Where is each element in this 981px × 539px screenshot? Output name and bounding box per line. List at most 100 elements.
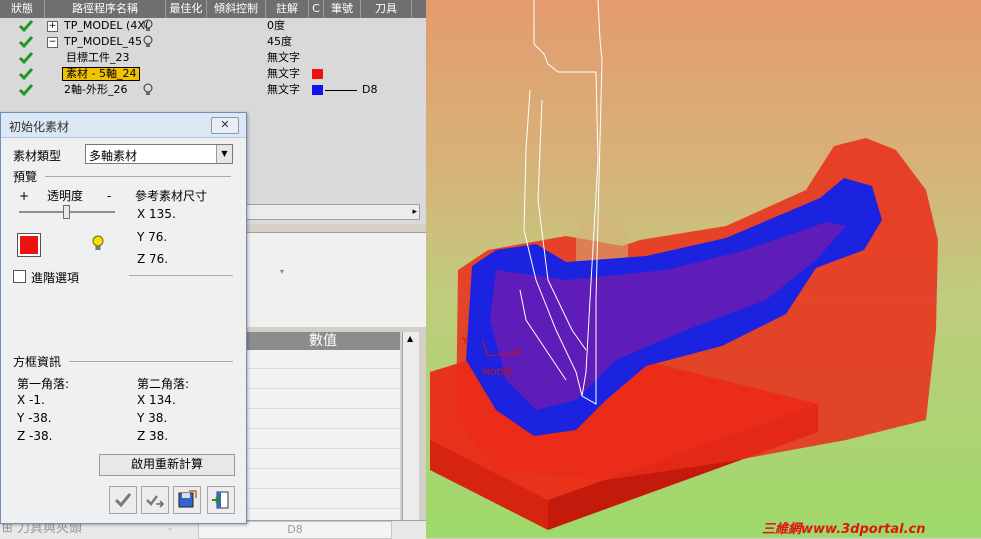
init-stock-dialog: 初始化素材 ✕ 素材類型 多軸素材 ▼ 預覽 + 透明度 - 參考素材尺寸 X …	[0, 112, 247, 524]
ref-size-y: Y 76.	[137, 230, 168, 244]
comment-value: 無文字	[267, 51, 300, 64]
axis-model-label: MODEL	[482, 368, 515, 378]
save-icon	[178, 490, 197, 508]
lightbulb-icon[interactable]	[143, 35, 153, 49]
tree-column-header: 狀態 路徑程序名稱 最佳化 傾斜控制 註解 C 筆號 刀具	[0, 0, 426, 18]
advanced-options-label: 進階選項	[31, 271, 80, 285]
grid-line	[246, 488, 400, 489]
recalculate-button[interactable]: 啟用重新計算	[99, 454, 235, 476]
axis-y-label: Y	[462, 336, 469, 347]
advanced-options-checkbox[interactable]	[13, 270, 26, 283]
ok-button[interactable]	[109, 486, 137, 514]
header-comment[interactable]: 註解	[266, 0, 309, 18]
tree-row[interactable]: − TP_MODEL_45 45度	[0, 34, 424, 50]
exit-icon	[212, 491, 229, 509]
separator	[45, 176, 231, 177]
tree-item-label: TP_MODEL_45	[64, 35, 143, 48]
tree-row-selected[interactable]: 素材 - 5軸_24 無文字	[0, 66, 424, 82]
header-status[interactable]: 狀態	[0, 0, 45, 18]
header-tool[interactable]: 刀具	[361, 0, 412, 18]
corner1-x: X -1.	[17, 393, 45, 407]
corner2-z: Z 38.	[137, 429, 169, 443]
vertical-scrollbar[interactable]: ▲	[402, 332, 419, 538]
grid-line	[246, 388, 400, 389]
expand-icon[interactable]: +	[47, 21, 58, 32]
exit-button[interactable]	[207, 486, 235, 514]
stock-type-select[interactable]: 多軸素材 ▼	[85, 144, 233, 164]
save-button[interactable]	[173, 486, 201, 514]
check-icon	[18, 84, 34, 97]
lightbulb-icon[interactable]	[143, 83, 153, 97]
dropdown-arrow-icon[interactable]: ▾	[280, 267, 284, 276]
check-icon	[18, 52, 34, 65]
separator	[129, 275, 233, 276]
tool-value: D8	[362, 83, 378, 96]
lightbulb-icon[interactable]	[91, 235, 105, 253]
header-name[interactable]: 路徑程序名稱	[45, 0, 166, 18]
grid-line	[246, 448, 400, 449]
horizontal-scrollbar[interactable]: ▸	[240, 204, 420, 220]
ref-size-z: Z 76.	[137, 252, 169, 266]
scroll-right-icon[interactable]: ▸	[412, 205, 417, 219]
3d-viewport[interactable]: Y X MODEL	[426, 0, 981, 538]
grid-line	[246, 508, 400, 509]
chevron-down-icon[interactable]: ▼	[216, 145, 232, 163]
header-tilt-control[interactable]: 傾斜控制	[207, 0, 266, 18]
tilt-value: 45度	[267, 35, 292, 48]
tree-row[interactable]: + TP_MODEL (4X( 0度	[0, 18, 424, 34]
grid-header-value[interactable]: 數值	[246, 332, 400, 350]
tree-item-label: TP_MODEL (4X(	[64, 19, 150, 32]
grid-line	[246, 408, 400, 409]
transparency-label: 透明度	[47, 189, 84, 203]
tree-row[interactable]: 2軸-外形_26 無文字 D8	[0, 82, 424, 98]
tree-item-label: 素材 - 5軸_24	[62, 67, 141, 81]
stock-type-value: 多軸素材	[89, 149, 138, 163]
stock-color-button[interactable]	[17, 233, 41, 257]
dialog-title: 初始化素材	[9, 120, 70, 134]
collapse-icon[interactable]: −	[47, 37, 58, 48]
separator	[69, 361, 233, 362]
ref-size-x: X 135.	[137, 207, 176, 221]
watermark: 三維網www.3dportal.cn	[762, 522, 926, 537]
dialog-titlebar[interactable]: 初始化素材 ✕	[1, 113, 246, 138]
corner1-z: Z -38.	[17, 429, 53, 443]
stock-type-label: 素材類型	[13, 149, 62, 163]
corner2-x: X 134.	[137, 393, 176, 407]
checkmark-icon	[114, 493, 132, 508]
grid-line	[246, 428, 400, 429]
comment-value: 無文字	[267, 67, 300, 80]
color-swatch[interactable]	[312, 69, 323, 79]
lightbulb-icon[interactable]	[143, 19, 153, 33]
close-button[interactable]: ✕	[211, 117, 239, 134]
tree-row[interactable]: 目標工件_23 無文字	[0, 50, 424, 66]
check-icon	[18, 36, 34, 49]
pen-line	[325, 90, 357, 91]
ref-size-label: 參考素材尺寸	[135, 189, 208, 203]
color-swatch[interactable]	[312, 85, 323, 95]
check-icon	[18, 20, 34, 33]
axis-x-label: X	[514, 347, 521, 358]
header-c[interactable]: C	[309, 0, 324, 18]
transparency-slider-thumb[interactable]	[63, 205, 70, 219]
stock-color-swatch	[20, 236, 38, 254]
tree-item-label: 2軸-外形_26	[64, 83, 128, 96]
header-optimize[interactable]: 最佳化	[166, 0, 207, 18]
scroll-up-icon[interactable]: ▲	[407, 334, 413, 343]
grid-line	[246, 368, 400, 369]
comment-value: 無文字	[267, 83, 300, 96]
corner2-y: Y 38.	[137, 411, 168, 425]
apply-button[interactable]	[141, 486, 169, 514]
tree-item-label: 目標工件_23	[66, 51, 130, 64]
box-info-label: 方框資訊	[13, 355, 62, 369]
header-pen[interactable]: 筆號	[324, 0, 361, 18]
property-panel: ▾	[240, 232, 426, 327]
transparency-minus: -	[107, 189, 112, 203]
apply-check-arrow-icon	[146, 495, 165, 508]
corner1-label: 第一角落:	[17, 377, 70, 391]
corner2-label: 第二角落:	[137, 377, 190, 391]
model-render[interactable]	[426, 0, 981, 538]
preview-label: 預覽	[13, 170, 38, 184]
grid-line	[246, 468, 400, 469]
corner1-y: Y -38.	[17, 411, 52, 425]
transparency-plus: +	[19, 189, 30, 203]
